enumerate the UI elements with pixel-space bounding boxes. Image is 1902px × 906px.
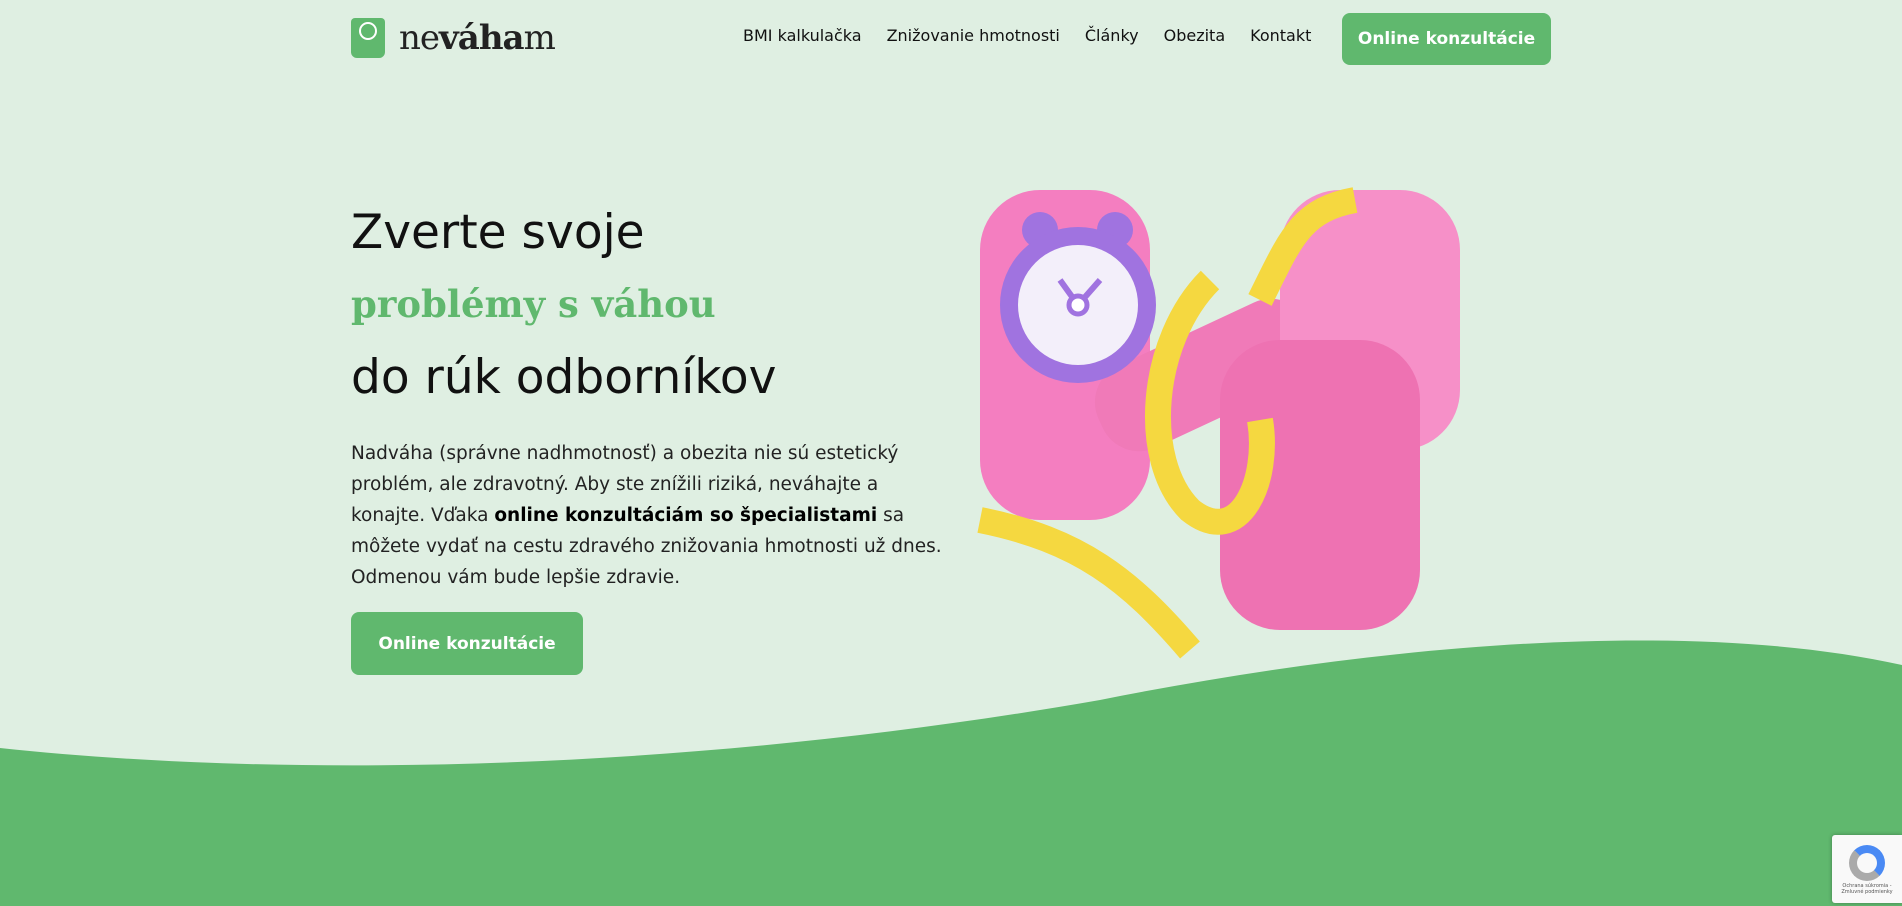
hero-title-line3: do rúk odborníkov — [351, 350, 777, 405]
hero-title-line1: Zverte svoje — [351, 205, 645, 260]
main-nav: BMI kalkulačka Znižovanie hmotnosti Člán… — [743, 26, 1311, 45]
logo-text: neváham — [399, 18, 556, 58]
recaptcha-icon — [1849, 845, 1885, 881]
recaptcha-text[interactable]: Ochrana súkromia - Zmluvné podmienky — [1832, 883, 1902, 895]
scale-icon — [351, 18, 385, 58]
logo[interactable]: neváham — [351, 18, 556, 58]
hero-description: Nadváha (správne nadhmotnosť) a obezita … — [351, 443, 942, 588]
hero-title-highlight: problémy s váhou — [351, 282, 716, 326]
recaptcha-badge[interactable]: Ochrana súkromia - Zmluvné podmienky — [1832, 835, 1902, 903]
nav-obesity[interactable]: Obezita — [1164, 26, 1226, 45]
header-consultation-button[interactable]: Online konzultácie — [1342, 13, 1551, 65]
hero-illustration — [977, 187, 1460, 659]
nav-contact[interactable]: Kontakt — [1250, 26, 1311, 45]
nav-bmi[interactable]: BMI kalkulačka — [743, 26, 862, 45]
nav-articles[interactable]: Články — [1085, 26, 1139, 45]
header: neváham BMI kalkulačka Znižovanie hmotno… — [0, 0, 1902, 78]
nav-weight-loss[interactable]: Znižovanie hmotnosti — [887, 26, 1060, 45]
hero-consultation-button[interactable]: Online konzultácie — [351, 612, 583, 675]
green-wave-section — [0, 640, 1902, 906]
